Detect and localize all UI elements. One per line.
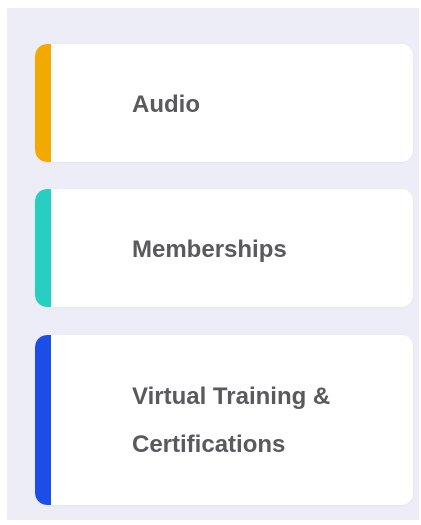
category-accent-bar [35,335,51,505]
category-label: Audio [132,91,200,118]
category-card-audio[interactable]: Audio [35,44,413,162]
category-card-body [51,44,413,162]
category-label: Memberships [132,236,287,263]
category-label: Virtual Training & Certifications [132,383,331,458]
category-card-virtual-training[interactable]: Virtual Training & Certifications [35,335,413,505]
category-list: Audio Memberships Virtual Training & Cer… [7,8,419,520]
category-card-memberships[interactable]: Memberships [35,189,413,307]
category-accent-bar [35,44,51,162]
category-accent-bar [35,189,51,307]
